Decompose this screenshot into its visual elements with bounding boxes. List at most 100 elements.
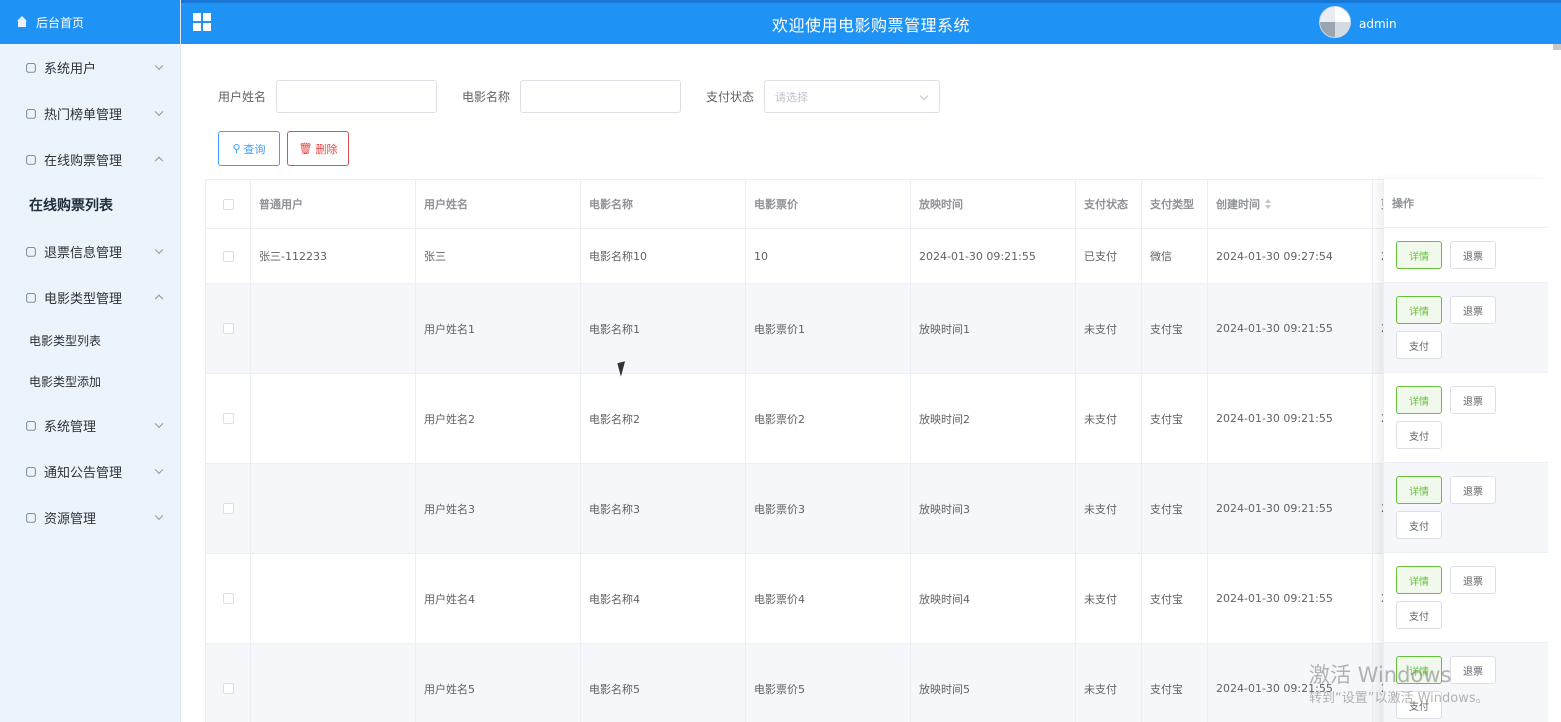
sidebar-item-4[interactable]: ▢ 电影类型管理 [0, 274, 180, 320]
operation-cell: 详情 退票 支付 [1384, 553, 1548, 643]
refund-button[interactable]: 退票 [1450, 386, 1496, 414]
sidebar-item-label: 通知公告管理 [44, 465, 123, 481]
row-checkbox[interactable] [222, 503, 234, 514]
refund-button[interactable]: 退票 [1450, 566, 1496, 594]
table-cell: 2024-01-30 09:27:54 [1208, 229, 1373, 283]
sidebar-subitem[interactable]: 在线购票列表 [0, 182, 180, 228]
query-button[interactable]: ⚲ 查询 [218, 131, 280, 166]
table-cell: 支付宝 [1142, 374, 1208, 463]
search-icon: ⚲ [232, 142, 241, 155]
column-header: 支付状态 [1076, 180, 1142, 228]
sidebar-item-6[interactable]: ▢ 通知公告管理 [0, 448, 180, 494]
table-cell: 微信 [1142, 229, 1208, 283]
row-checkbox[interactable] [222, 593, 234, 604]
chevron-down-icon [154, 107, 164, 117]
table-row: 用户姓名5 电影名称5 电影票价5 放映时间5 未支付 支付宝 2024-01-30 09:… [206, 644, 1547, 722]
refund-button[interactable]: 退票 [1450, 476, 1496, 504]
column-header-label: 放映时间 [919, 198, 963, 211]
trash-icon: 🗑 [298, 142, 313, 155]
pay-button[interactable]: 支付 [1396, 331, 1442, 359]
table-cell: 放映时间5 [911, 644, 1076, 722]
sidebar-menu: ▢ 系统用户 ▢ 热门榜单管理 ▢ 在线购票管理 在线购票列表 ▢ 退票信息管理 ▢ 电影类型管理电… [0, 44, 180, 540]
sidebar-item-7[interactable]: ▢ 资源管理 [0, 494, 180, 540]
sort-icon[interactable] [1265, 199, 1271, 209]
column-header-label: 支付状态 [1084, 198, 1128, 211]
pay-status-label: 支付状态 [706, 90, 755, 104]
column-header: 普通用户 [251, 180, 416, 228]
sidebar-item-2[interactable]: ▢ 在线购票管理 [0, 136, 180, 182]
row-checkbox[interactable] [222, 413, 234, 424]
pay-status-select[interactable]: 请选择 [764, 80, 941, 113]
action-buttons: ⚲ 查询 🗑 删除 [218, 131, 356, 166]
table-cell: 电影名称10 [581, 229, 746, 283]
sidebar-subitem[interactable]: 电影类型列表 [0, 320, 180, 361]
operation-cell: 详情 退票 支付 [1384, 283, 1548, 373]
home-link[interactable]: 后台首页 [0, 0, 180, 44]
pay-button[interactable]: 支付 [1396, 691, 1442, 719]
column-header: 放映时间 [911, 180, 1076, 228]
table-cell: 电影票价3 [746, 464, 911, 553]
scrollbar[interactable] [1553, 44, 1561, 50]
table-cell: 放映时间3 [911, 464, 1076, 553]
sidebar-item-label: 退票信息管理 [44, 245, 123, 261]
sidebar-item-3[interactable]: ▢ 退票信息管理 [0, 228, 180, 274]
table-header: 普通用户用户姓名电影名称电影票价放映时间支付状态支付类型创建时间更 [206, 180, 1547, 229]
detail-button[interactable]: 详情 [1396, 386, 1442, 414]
pay-button[interactable]: 支付 [1396, 601, 1442, 629]
operation-cell: 详情 退票 [1384, 228, 1548, 283]
row-checkbox[interactable] [222, 250, 234, 262]
sidebar-item-label: 电影类型管理 [44, 291, 123, 307]
row-checkbox[interactable] [222, 323, 234, 334]
pay-button[interactable]: 支付 [1396, 511, 1442, 539]
sidebar-item-5[interactable]: ▢ 系统管理 [0, 402, 180, 448]
detail-button[interactable]: 详情 [1396, 296, 1442, 324]
filter-bar: 用户姓名 电影名称 支付状态 请选择 [218, 80, 941, 113]
username-input[interactable] [276, 80, 438, 113]
row-checkbox[interactable] [222, 198, 234, 210]
table-cell: 用户姓名3 [416, 464, 581, 553]
checkbox-cell [206, 284, 251, 373]
detail-button[interactable]: 详情 [1396, 656, 1442, 684]
table-cell: 未支付 [1076, 644, 1142, 722]
sidebar-item-1[interactable]: ▢ 热门榜单管理 [0, 90, 180, 136]
table-cell: 2024-01-30 09:21:55 [1208, 464, 1373, 553]
sidebar-item-label: 热门榜单管理 [44, 107, 123, 123]
pay-status-placeholder: 请选择 [775, 90, 809, 104]
checkbox-cell [206, 229, 251, 283]
table-cell: 用户姓名5 [416, 644, 581, 722]
top-bar: 欢迎使用电影购票管理系统 admin [181, 0, 1561, 44]
row-checkbox[interactable] [222, 683, 234, 694]
table-cell: 未支付 [1076, 464, 1142, 553]
sidebar-item-0[interactable]: ▢ 系统用户 [0, 44, 180, 90]
detail-button[interactable]: 详情 [1396, 566, 1442, 594]
column-header: 用户姓名 [416, 180, 581, 228]
refund-button[interactable]: 退票 [1450, 241, 1496, 269]
refund-button[interactable]: 退票 [1450, 296, 1496, 324]
detail-button[interactable]: 详情 [1396, 476, 1442, 504]
column-header[interactable]: 创建时间 [1208, 180, 1373, 228]
table-cell: 放映时间4 [911, 554, 1076, 643]
movie-name-input[interactable] [520, 80, 682, 113]
table-cell: 2024-01-30 09:21:55 [1208, 554, 1373, 643]
chevron-down-icon [154, 61, 164, 71]
username[interactable]: admin [1359, 17, 1397, 31]
table-cell: 2024-01-30 09:21:55 [1208, 644, 1373, 722]
sidebar-item-label: 系统管理 [44, 419, 97, 435]
checkbox-cell [206, 644, 251, 722]
chevron-down-icon [919, 91, 929, 101]
delete-button[interactable]: 🗑 删除 [287, 131, 349, 166]
detail-button[interactable]: 详情 [1396, 241, 1442, 269]
refund-button[interactable]: 退票 [1450, 656, 1496, 684]
sidebar-item-label: 在线购票管理 [44, 153, 123, 169]
query-label: 查询 [243, 142, 266, 156]
column-header-label: 普通用户 [259, 198, 303, 211]
table-cell: 电影名称4 [581, 554, 746, 643]
pay-button[interactable]: 支付 [1396, 421, 1442, 449]
sidebar: 后台首页 ▢ 系统用户 ▢ 热门榜单管理 ▢ 在线购票管理 在线购票列表 ▢ 退票信息管理 ▢ 电影… [0, 0, 181, 722]
table-row: 用户姓名4 电影名称4 电影票价4 放映时间4 未支付 支付宝 2024-01-30 09:… [206, 554, 1547, 644]
avatar[interactable] [1319, 6, 1351, 38]
operation-column: 操作 详情 退票 详情 退票 支付 详情 退票 支付 详情 退票 支付 详情 退票 支付 详情 退票 支付 [1383, 179, 1548, 722]
table-cell: 已支付 [1076, 229, 1142, 283]
chevron-up-icon [154, 156, 164, 166]
sidebar-subitem[interactable]: 电影类型添加 [0, 361, 180, 402]
